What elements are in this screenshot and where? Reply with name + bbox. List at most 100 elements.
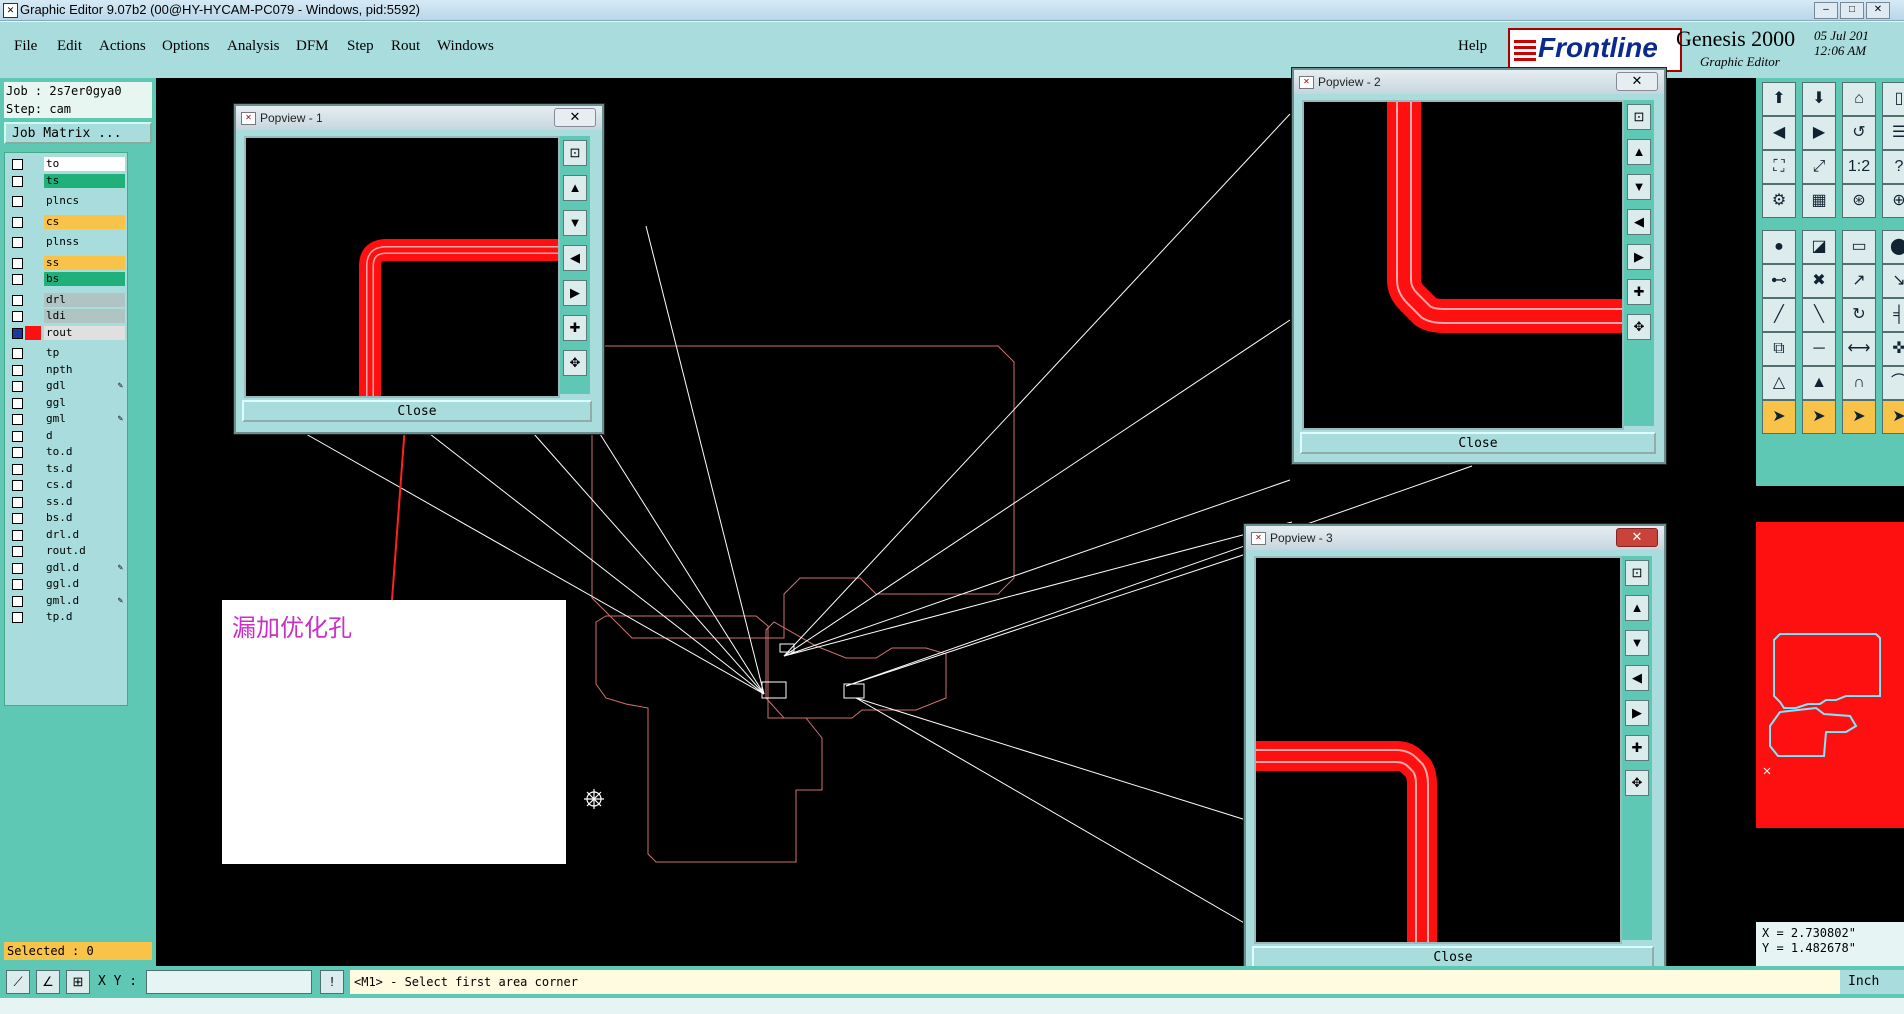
layer-color-swatch[interactable]	[25, 395, 41, 410]
snap-red-icon[interactable]: ⊛	[1842, 184, 1876, 218]
pan-left-icon[interactable]: ◀	[563, 245, 587, 271]
layer-name[interactable]: gdl.d ✎	[44, 560, 125, 575]
layer-row[interactable]: bs.d	[9, 511, 125, 525]
layer-color-swatch[interactable]	[25, 527, 41, 542]
layer-checkbox[interactable]	[12, 294, 23, 306]
node-icon[interactable]: ⊷	[1762, 264, 1796, 298]
pointer-circle-icon[interactable]: ➤	[1842, 400, 1876, 434]
zoom-fit-icon[interactable]: ⊡	[1627, 104, 1651, 130]
layer-name[interactable]: gdl ✎	[44, 379, 125, 393]
layer-row[interactable]: d	[9, 428, 125, 443]
layer-row[interactable]: cs	[9, 214, 125, 229]
pan-right-icon[interactable]: ▶	[1802, 116, 1836, 150]
layer-color-swatch[interactable]	[25, 346, 41, 360]
circle-icon[interactable]: ⬤	[1882, 230, 1904, 264]
edge-icon[interactable]: ╡	[1882, 298, 1904, 332]
layer-checkbox[interactable]	[12, 562, 23, 574]
menu-dfm[interactable]: DFM	[296, 38, 329, 55]
layer-name[interactable]: tp	[44, 346, 125, 360]
menu-analysis[interactable]: Analysis	[227, 38, 280, 55]
pointer-step-icon[interactable]: ➤	[1882, 400, 1904, 434]
layer-color-swatch[interactable]	[25, 577, 41, 591]
pointer-select-icon[interactable]: ➤	[1802, 400, 1836, 434]
copy-icon[interactable]: ⧉	[1762, 332, 1796, 366]
zoom-area-icon[interactable]: ⛶	[1762, 150, 1796, 184]
layer-name[interactable]: ss	[44, 255, 125, 270]
layer-checkbox[interactable]	[12, 327, 23, 339]
layer-checkbox[interactable]	[12, 414, 23, 425]
layer-color-swatch[interactable]	[25, 292, 41, 307]
layer-color-swatch[interactable]	[25, 309, 41, 323]
layer-color-swatch[interactable]	[25, 255, 41, 270]
zoom-in-icon[interactable]: ✚	[563, 315, 587, 341]
layer-name[interactable]: to	[44, 157, 125, 171]
zoom-out-icon[interactable]: ✥	[1627, 314, 1651, 340]
layer-row[interactable]: plncs	[9, 194, 125, 208]
snap-icon[interactable]: ⟋	[6, 970, 30, 994]
layer-row[interactable]: ss	[9, 255, 125, 270]
layer-name[interactable]: tp.d	[44, 610, 125, 624]
layer-color-swatch[interactable]	[25, 412, 41, 426]
popview-3-close-icon[interactable]: ✕	[1616, 528, 1658, 547]
snap-point-icon[interactable]: ✜	[1882, 332, 1904, 366]
layer-row[interactable]: drl	[9, 292, 125, 307]
pan-down-icon[interactable]: ▼	[1625, 630, 1649, 656]
menu-actions[interactable]: Actions	[99, 38, 146, 55]
layer-checkbox[interactable]	[12, 447, 23, 458]
layer-checkbox[interactable]	[12, 159, 23, 170]
arc-icon[interactable]: ↗	[1842, 264, 1876, 298]
layer-name[interactable]: bs	[44, 272, 125, 286]
layer-checkbox[interactable]	[12, 257, 23, 269]
popview-2-close-icon[interactable]: ✕	[1616, 72, 1658, 91]
menu-step[interactable]: Step	[347, 38, 374, 55]
layer-name[interactable]: drl	[44, 292, 125, 307]
menu-rout[interactable]: Rout	[391, 38, 420, 55]
grid-icon[interactable]: ▦	[1802, 184, 1836, 218]
layer-color-swatch[interactable]	[25, 610, 41, 624]
route-icon[interactable]: ↘	[1882, 264, 1904, 298]
layer-color-swatch[interactable]	[25, 362, 41, 377]
layer-checkbox[interactable]	[12, 274, 23, 285]
zoom-in-icon[interactable]: ✚	[1627, 279, 1651, 305]
layer-row[interactable]: gdl.d ✎	[9, 560, 125, 575]
layer-checkbox[interactable]	[12, 237, 23, 248]
zoom-out-icon[interactable]: ✥	[563, 350, 587, 376]
menu-file[interactable]: File	[14, 38, 37, 55]
grid-icon[interactable]: ⊞	[66, 970, 90, 994]
layer-row[interactable]: plnss	[9, 235, 125, 249]
layer-checkbox[interactable]	[12, 496, 23, 508]
close-window-button[interactable]: ✕	[1866, 2, 1890, 19]
minus-icon[interactable]: ─	[1802, 332, 1836, 366]
layer-color-swatch[interactable]	[25, 157, 41, 171]
layer-checkbox[interactable]	[12, 579, 23, 590]
layer-color-swatch[interactable]	[25, 511, 41, 525]
layer-color-swatch[interactable]	[25, 194, 41, 208]
layer-row[interactable]: ts.d	[9, 461, 125, 476]
rotate-icon[interactable]: ↻	[1842, 298, 1876, 332]
layer-row[interactable]: tp.d	[9, 610, 125, 624]
layer-row[interactable]: gml ✎	[9, 412, 125, 426]
layer-row[interactable]: bs	[9, 272, 125, 286]
layer-color-swatch[interactable]	[25, 560, 41, 575]
layer-color-swatch[interactable]	[25, 214, 41, 229]
layer-name[interactable]: d	[44, 428, 125, 443]
layer-row[interactable]: ldi	[9, 309, 125, 323]
flash-icon[interactable]: ◪	[1802, 230, 1836, 264]
minimize-button[interactable]: –	[1814, 2, 1838, 19]
pan-down-icon[interactable]: ▼	[1627, 174, 1651, 200]
layer-color-swatch[interactable]	[25, 428, 41, 443]
popview-3-close-button[interactable]: Close	[1252, 946, 1654, 968]
layer-row[interactable]: ggl.d	[9, 577, 125, 591]
undo-icon[interactable]: ↺	[1842, 116, 1876, 150]
menu-windows[interactable]: Windows	[437, 38, 494, 55]
layer-checkbox[interactable]	[12, 175, 23, 187]
layer-name[interactable]: gml.d ✎	[44, 593, 125, 608]
pad-icon[interactable]: ●	[1762, 230, 1796, 264]
select-tool-icon[interactable]: ⚙	[1762, 184, 1796, 218]
layer-row[interactable]: tp	[9, 346, 125, 360]
layer-checkbox[interactable]	[12, 480, 23, 491]
layer-name[interactable]: ggl.d	[44, 577, 125, 591]
layer-checkbox[interactable]	[12, 348, 23, 359]
line-icon[interactable]: ▭	[1842, 230, 1876, 264]
zoom-fit-icon[interactable]: ⤢	[1802, 150, 1836, 184]
